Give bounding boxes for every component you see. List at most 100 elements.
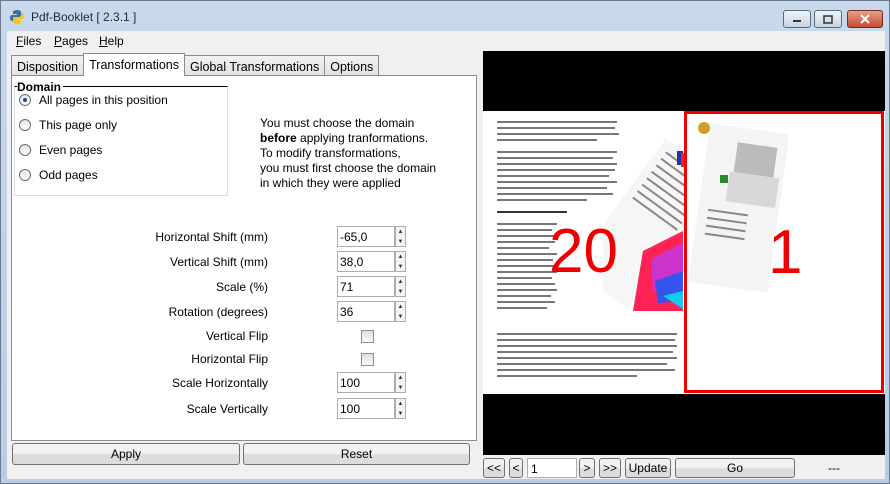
text-line bbox=[497, 235, 557, 237]
text-line bbox=[497, 375, 637, 377]
maximize-button[interactable] bbox=[814, 10, 842, 28]
text-line bbox=[497, 223, 557, 225]
vflip-label: Vertical Flip bbox=[205, 329, 268, 343]
spin-down-icon[interactable]: ▼ bbox=[396, 409, 405, 419]
text-line bbox=[497, 151, 617, 153]
text-line bbox=[497, 345, 677, 347]
menu-files[interactable]: Files bbox=[16, 34, 41, 48]
text-line bbox=[497, 163, 617, 165]
navigation-bar: << < 1 > >> Update Go --- bbox=[483, 455, 885, 479]
transformations-panel: Domain All pages in this position This p… bbox=[11, 75, 477, 441]
update-button[interactable]: Update bbox=[625, 458, 671, 478]
radio-button[interactable] bbox=[19, 119, 31, 131]
selected-page-frame[interactable] bbox=[684, 111, 884, 393]
hshift-spinner[interactable]: ▲ ▼ bbox=[395, 226, 406, 247]
text-line bbox=[497, 333, 677, 335]
text-line bbox=[497, 193, 613, 195]
info-bold: before bbox=[260, 131, 297, 145]
radio-this-page[interactable]: This page only bbox=[19, 118, 117, 132]
python-app-icon bbox=[10, 10, 24, 24]
info-rest: applying tranformations. bbox=[296, 131, 429, 145]
menu-help[interactable]: Help bbox=[99, 34, 124, 48]
text-line bbox=[497, 277, 552, 279]
spin-up-icon[interactable]: ▲ bbox=[396, 373, 405, 383]
scalev-input[interactable]: 100 bbox=[337, 398, 395, 419]
preview-pane[interactable]: 20 1 bbox=[483, 51, 885, 455]
text-line bbox=[497, 265, 555, 267]
spin-up-icon[interactable]: ▲ bbox=[396, 277, 405, 287]
text-line bbox=[497, 271, 557, 273]
radio-label: Even pages bbox=[39, 143, 103, 157]
spin-up-icon[interactable]: ▲ bbox=[396, 252, 405, 262]
info-line: you must first choose the domain bbox=[260, 161, 437, 175]
apply-button[interactable]: Apply bbox=[12, 443, 240, 465]
info-line: To modify transformations, bbox=[260, 146, 401, 160]
hshift-input[interactable]: -65,0 bbox=[337, 226, 395, 247]
spin-down-icon[interactable]: ▼ bbox=[396, 383, 405, 393]
scale-spinner[interactable]: ▲ ▼ bbox=[395, 276, 406, 297]
title-bar[interactable]: Pdf-Booklet [ 2.3.1 ] bbox=[1, 1, 889, 31]
text-line bbox=[497, 283, 555, 285]
spin-down-icon[interactable]: ▼ bbox=[396, 262, 405, 272]
text-line bbox=[497, 229, 552, 231]
text-line bbox=[497, 363, 667, 365]
scalev-spinner[interactable]: ▲ ▼ bbox=[395, 398, 406, 419]
menu-pages-mnemonic: P bbox=[54, 34, 63, 48]
hflip-checkbox[interactable] bbox=[361, 353, 374, 366]
tab-disposition[interactable]: Disposition bbox=[11, 55, 85, 75]
prev-page-button[interactable]: < bbox=[509, 458, 523, 478]
reset-button[interactable]: Reset bbox=[243, 443, 470, 465]
vflip-checkbox[interactable] bbox=[361, 330, 374, 343]
text-line bbox=[497, 169, 615, 171]
text-line bbox=[497, 187, 607, 189]
radio-all-pages[interactable]: All pages in this position bbox=[19, 93, 168, 107]
scale-label: Scale (%) bbox=[215, 280, 268, 294]
vshift-input[interactable]: 38,0 bbox=[337, 251, 395, 272]
menu-pages-label: ages bbox=[62, 34, 89, 48]
radio-odd-pages[interactable]: Odd pages bbox=[19, 168, 98, 182]
radio-even-pages[interactable]: Even pages bbox=[19, 143, 102, 157]
minimize-button[interactable] bbox=[783, 10, 811, 28]
text-line bbox=[497, 175, 609, 177]
text-line bbox=[497, 199, 587, 201]
text-line bbox=[497, 301, 555, 303]
spin-up-icon[interactable]: ▲ bbox=[396, 302, 405, 312]
radio-button[interactable] bbox=[19, 94, 31, 106]
menu-pages[interactable]: Pages bbox=[54, 34, 88, 48]
scaleh-spinner[interactable]: ▲ ▼ bbox=[395, 372, 406, 393]
first-page-button[interactable]: << bbox=[483, 458, 505, 478]
go-button[interactable]: Go bbox=[675, 458, 795, 478]
text-line bbox=[497, 139, 597, 141]
next-page-button[interactable]: > bbox=[579, 458, 595, 478]
close-button[interactable] bbox=[847, 10, 883, 28]
settings-pane: Disposition Transformations Global Trans… bbox=[7, 51, 477, 479]
rotation-input[interactable]: 36 bbox=[337, 301, 395, 322]
text-line bbox=[497, 241, 555, 243]
spin-up-icon[interactable]: ▲ bbox=[396, 227, 405, 237]
heading-line bbox=[497, 211, 567, 213]
text-line bbox=[497, 247, 549, 249]
spin-up-icon[interactable]: ▲ bbox=[396, 399, 405, 409]
maximize-icon bbox=[823, 14, 833, 24]
radio-button[interactable] bbox=[19, 144, 31, 156]
status-text: --- bbox=[828, 461, 840, 475]
text-line bbox=[497, 181, 617, 183]
page-number-input[interactable]: 1 bbox=[527, 458, 577, 478]
scaleh-label: Scale Horizontally bbox=[171, 376, 268, 390]
spin-down-icon[interactable]: ▼ bbox=[396, 237, 405, 247]
spin-down-icon[interactable]: ▼ bbox=[396, 312, 405, 322]
vshift-spinner[interactable]: ▲ ▼ bbox=[395, 251, 406, 272]
rotation-spinner[interactable]: ▲ ▼ bbox=[395, 301, 406, 322]
spin-down-icon[interactable]: ▼ bbox=[396, 287, 405, 297]
tab-transformations[interactable]: Transformations bbox=[83, 53, 185, 76]
text-line bbox=[497, 253, 557, 255]
scale-input[interactable]: 71 bbox=[337, 276, 395, 297]
radio-label: This page only bbox=[39, 118, 118, 132]
tab-global-transformations[interactable]: Global Transformations bbox=[183, 55, 326, 75]
menu-bar: Files Pages Help bbox=[7, 31, 885, 51]
radio-button[interactable] bbox=[19, 169, 31, 181]
last-page-button[interactable]: >> bbox=[599, 458, 621, 478]
scaleh-input[interactable]: 100 bbox=[337, 372, 395, 393]
tab-options[interactable]: Options bbox=[324, 55, 380, 75]
text-line bbox=[497, 357, 677, 359]
